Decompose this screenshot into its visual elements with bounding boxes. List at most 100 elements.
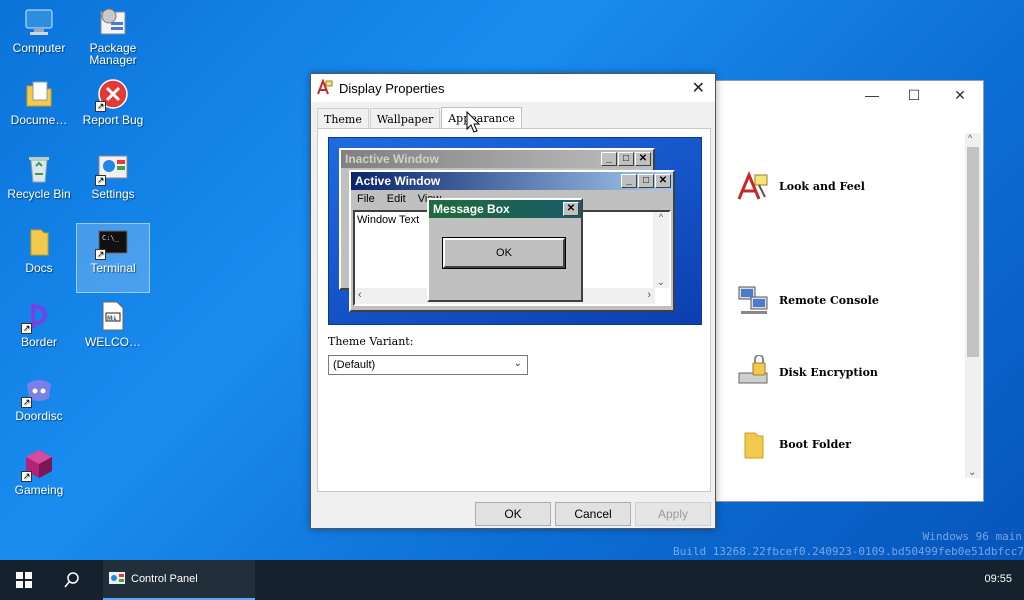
start-button[interactable]	[0, 560, 48, 600]
shortcut-arrow-icon: ↗	[95, 249, 106, 260]
dialog-titlebar[interactable]: Display Properties ✕	[311, 74, 715, 102]
desktop-icon-label: Border	[20, 335, 58, 349]
search-button[interactable]	[50, 560, 94, 600]
desktop-icon-docs[interactable]: Docs	[2, 224, 76, 294]
cp-item-label: Look and Feel	[779, 179, 865, 193]
cp-item-remote-console[interactable]: Remote Console	[737, 283, 879, 317]
shortcut-arrow-icon: ↗	[21, 471, 32, 482]
package-manager-icon	[97, 6, 129, 38]
desktop-icon-welcome[interactable]: M↓ WELCO…	[76, 298, 150, 368]
clock[interactable]: 09:55	[984, 573, 1012, 585]
tab-appearance[interactable]: Appearance	[441, 107, 522, 130]
control-panel-titlebar[interactable]: — ☐ ✕	[713, 81, 983, 109]
game-cube-icon: ↗	[21, 448, 55, 482]
desktop-icon-label: Report Bug	[82, 113, 144, 127]
maximize-icon: □	[618, 152, 634, 166]
theme-variant-select[interactable]: (Default) ⌄	[328, 355, 528, 375]
maximize-button[interactable]: ☐	[901, 85, 927, 105]
cp-item-disk-encryption[interactable]: Disk Encryption	[737, 354, 878, 389]
message-box-ok-button: OK	[442, 237, 566, 269]
folder-icon	[23, 226, 55, 258]
minimize-button[interactable]: —	[859, 85, 885, 105]
display-properties-dialog[interactable]: Display Properties ✕ Theme Wallpaper App…	[310, 73, 716, 529]
desktop-icon-label: Package Manager	[89, 41, 137, 67]
desktop-icon-label: WELCO…	[84, 335, 141, 349]
desktop-icon-label: Recycle Bin	[7, 187, 71, 201]
ok-button[interactable]: OK	[475, 502, 551, 526]
network-computers-icon	[737, 283, 771, 317]
windows-logo-icon	[16, 572, 32, 588]
chevron-left-icon: ‹	[358, 289, 362, 301]
shortcut-arrow-icon: ↗	[95, 101, 106, 112]
preview-message-box: Message Box ✕ OK	[427, 198, 583, 302]
border-app-icon: ↗	[21, 300, 55, 334]
desktop-icon-computer[interactable]: Computer	[2, 4, 76, 74]
close-icon: ✕	[635, 152, 651, 166]
desktop-icon-label: Terminal	[90, 261, 136, 275]
close-button[interactable]: ✕	[947, 85, 973, 105]
close-icon: ✕	[655, 174, 671, 188]
desktop-icon-doordisc[interactable]: ↗ Doordisc	[2, 372, 76, 442]
recycle-bin-icon	[23, 152, 55, 184]
dialog-title: Display Properties	[339, 80, 445, 96]
cp-item-label: Disk Encryption	[779, 365, 878, 379]
folder-icon	[737, 427, 771, 461]
discord-icon: ↗	[21, 374, 55, 408]
scroll-up-arrow-icon[interactable]: ^	[968, 133, 972, 143]
lock-drive-icon	[737, 354, 771, 389]
theme-variant-label: Theme Variant:	[328, 335, 414, 348]
desktop-icon-gameing[interactable]: ↗ Gameing	[2, 446, 76, 516]
svg-text:M↓: M↓	[107, 315, 117, 322]
display-properties-icon	[317, 77, 333, 98]
computer-icon	[23, 6, 55, 38]
theme-variant-value: (Default)	[333, 359, 376, 371]
desktop-icon-label: Settings	[91, 187, 135, 201]
desktop-icon-border[interactable]: ↗ Border	[2, 298, 76, 368]
chevron-right-icon: ›	[647, 289, 651, 301]
preview-vertical-scrollbar: ^ ⌄	[653, 212, 669, 288]
control-panel-scrollbar[interactable]: ^ ⌄	[965, 133, 981, 478]
inactive-window-title: Inactive Window	[345, 152, 439, 166]
active-window-title: Active Window	[355, 174, 441, 188]
cancel-button[interactable]: Cancel	[555, 502, 631, 526]
build-watermark-line2: Build 13268.22fbcef0.240923-0109.bd50499…	[673, 545, 1024, 558]
shortcut-arrow-icon: ↗	[21, 323, 32, 334]
appearance-panel: Inactive Window _ □ ✕ Active Window _ □ …	[317, 128, 711, 492]
scroll-down-arrow-icon[interactable]: ⌄	[968, 467, 976, 478]
taskbar-item-control-panel[interactable]: Control Panel	[103, 560, 255, 600]
desktop-icon-report-bug[interactable]: ↗ Report Bug	[76, 76, 150, 146]
desktop-icon-terminal[interactable]: C:\_ ↗ Terminal	[76, 223, 150, 293]
close-button[interactable]: ✕	[692, 78, 705, 98]
cp-item-label: Boot Folder	[779, 437, 852, 451]
cp-item-boot-folder[interactable]: Boot Folder	[737, 427, 851, 461]
desktop-icon-documents[interactable]: Docume…	[2, 76, 76, 146]
svg-text:C:\_: C:\_	[102, 234, 120, 242]
documents-folder-icon	[23, 78, 55, 110]
minimize-icon: _	[601, 152, 617, 166]
maximize-icon: □	[638, 174, 654, 188]
message-box-title: Message Box	[433, 202, 510, 216]
scrollbar-thumb[interactable]	[967, 147, 979, 357]
minimize-icon: _	[621, 174, 637, 188]
message-box-titlebar: Message Box ✕	[429, 200, 581, 218]
desktop-icon-label: Computer	[12, 41, 66, 55]
mouse-cursor-icon	[466, 110, 481, 136]
chevron-down-icon: ⌄	[513, 358, 522, 369]
shortcut-arrow-icon: ↗	[95, 175, 106, 186]
close-icon: ✕	[563, 202, 579, 216]
taskbar-item-label: Control Panel	[131, 573, 198, 585]
desktop-icon-label: Docume…	[10, 113, 68, 127]
inactive-titlebar: Inactive Window _ □ ✕	[341, 150, 653, 168]
control-panel-icon	[109, 572, 125, 584]
apply-button[interactable]: Apply	[635, 502, 711, 526]
build-watermark-line1: Windows 96 main	[922, 530, 1022, 543]
desktop-icon-settings[interactable]: ↗ Settings	[76, 150, 150, 220]
cp-item-look-and-feel[interactable]: Look and Feel	[737, 169, 865, 203]
desktop-icon-package-manager[interactable]: Package Manager	[76, 4, 150, 74]
desktop-icon-recycle-bin[interactable]: Recycle Bin	[2, 150, 76, 220]
terminal-icon: C:\_ ↗	[95, 226, 129, 260]
appearance-preview: Inactive Window _ □ ✕ Active Window _ □ …	[328, 137, 702, 325]
markdown-file-icon: M↓	[97, 300, 129, 332]
cp-item-label: Remote Console	[779, 293, 879, 307]
control-panel-window[interactable]: — ☐ ✕ Look and Feel Remote Console Disk …	[712, 80, 984, 502]
